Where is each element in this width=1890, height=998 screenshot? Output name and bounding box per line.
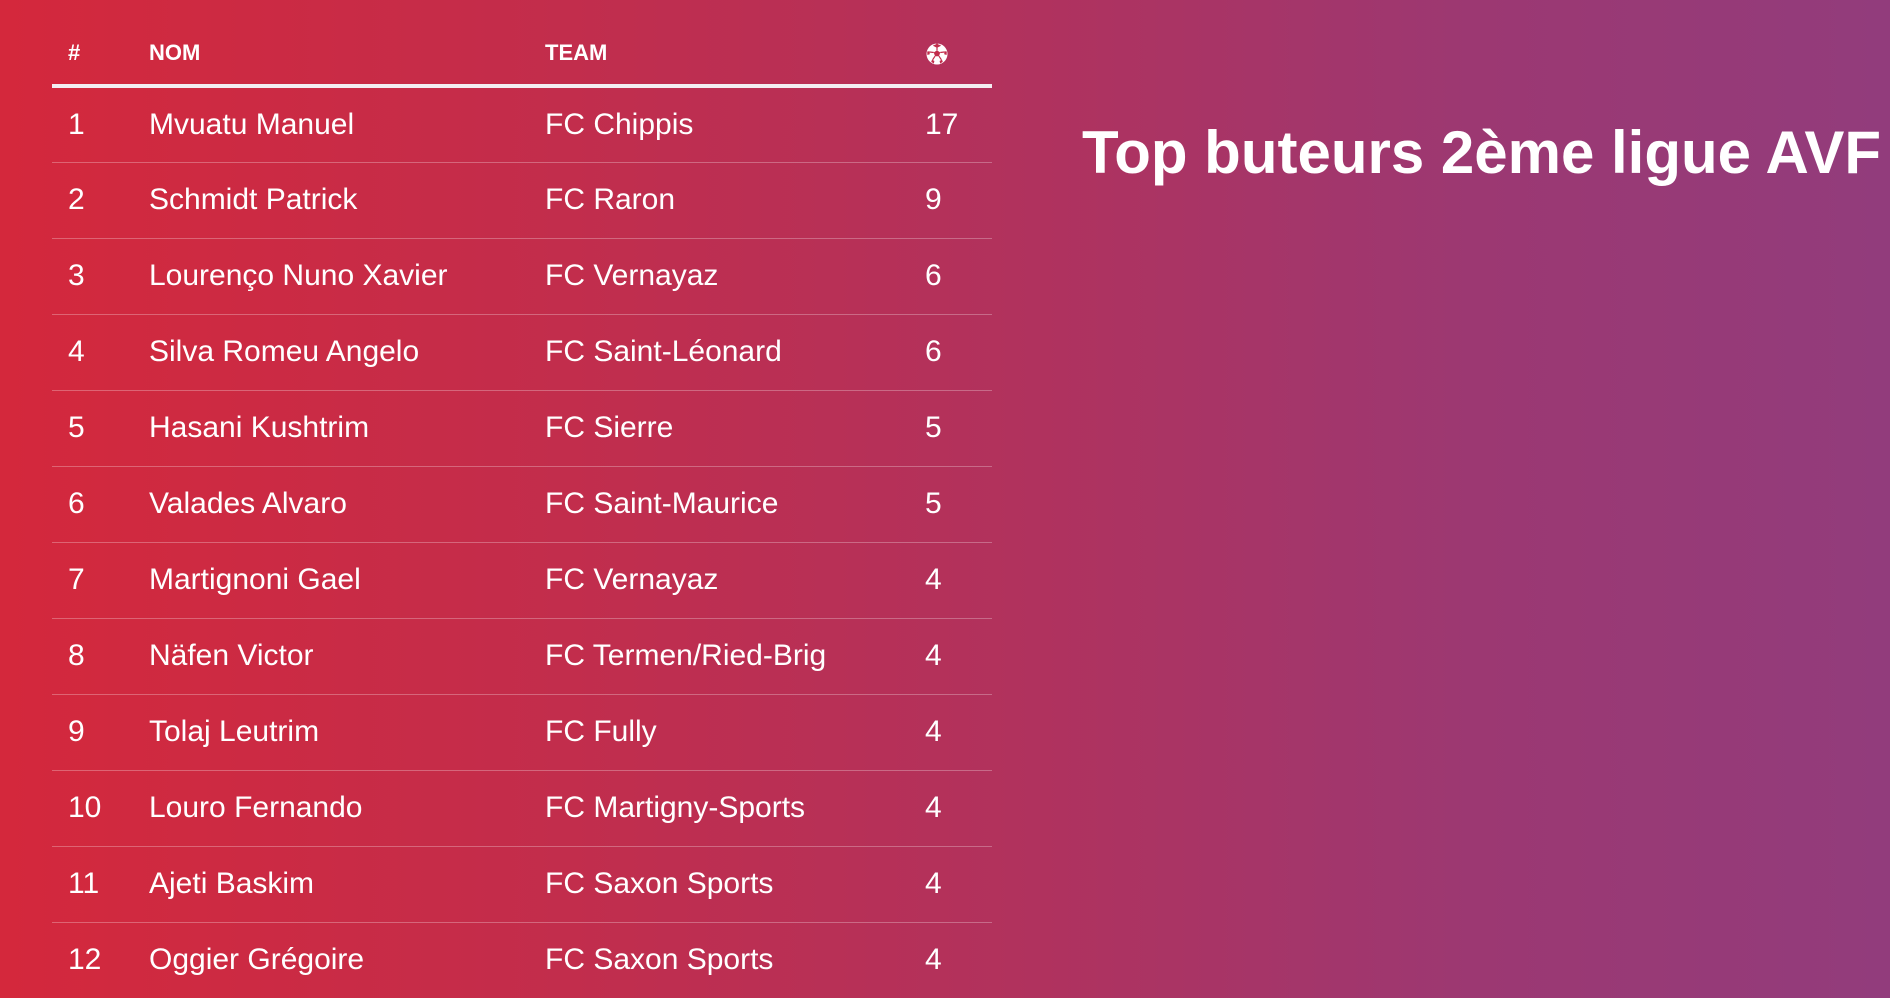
scorers-table: # NOM TEAM 1 Mvuatu Manuel FC Chippis 17… bbox=[52, 22, 992, 998]
rank-cell: 3 bbox=[52, 238, 149, 315]
header-goals bbox=[925, 22, 992, 88]
player-name-cell: Lourenço Nuno Xavier bbox=[149, 238, 545, 315]
team-name-cell: FC Sierre bbox=[545, 390, 925, 467]
rank-cell: 6 bbox=[52, 466, 149, 543]
player-name-cell: Hasani Kushtrim bbox=[149, 390, 545, 467]
team-name-cell: FC Saint-Léonard bbox=[545, 314, 925, 391]
team-name-cell: FC Raron bbox=[545, 162, 925, 239]
player-name-cell: Silva Romeu Angelo bbox=[149, 314, 545, 391]
team-name-cell: FC Martigny-Sports bbox=[545, 770, 925, 847]
rank-cell: 1 bbox=[52, 86, 149, 163]
team-name-cell: FC Saint-Maurice bbox=[545, 466, 925, 543]
rank-cell: 8 bbox=[52, 618, 149, 695]
goals-cell: 6 bbox=[925, 314, 992, 391]
player-name-cell: Ajeti Baskim bbox=[149, 846, 545, 923]
goals-cell: 4 bbox=[925, 770, 992, 847]
header-rank: # bbox=[52, 22, 149, 88]
player-name-cell: Martignoni Gael bbox=[149, 542, 545, 619]
player-name-cell: Valades Alvaro bbox=[149, 466, 545, 543]
goals-cell: 4 bbox=[925, 694, 992, 771]
table-row: 8 Näfen Victor FC Termen/Ried-Brig 4 bbox=[52, 618, 992, 695]
goals-cell: 6 bbox=[925, 238, 992, 315]
player-name-cell: Näfen Victor bbox=[149, 618, 545, 695]
player-name-cell: Mvuatu Manuel bbox=[149, 86, 545, 163]
team-name-cell: FC Chippis bbox=[545, 86, 925, 163]
table-row: 6 Valades Alvaro FC Saint-Maurice 5 bbox=[52, 466, 992, 543]
rank-cell: 10 bbox=[52, 770, 149, 847]
table-row: 11 Ajeti Baskim FC Saxon Sports 4 bbox=[52, 846, 992, 923]
table-body: 1 Mvuatu Manuel FC Chippis 17 2 Schmidt Patri… bbox=[52, 86, 992, 998]
header-row: # NOM TEAM bbox=[52, 22, 992, 88]
table-row: 1 Mvuatu Manuel FC Chippis 17 bbox=[52, 86, 992, 163]
goals-cell: 4 bbox=[925, 943, 942, 977]
table-row: 7 Martignoni Gael FC Vernayaz 4 bbox=[52, 542, 992, 619]
soccer-ball-icon bbox=[925, 42, 949, 66]
table-row: 5 Hasani Kushtrim FC Sierre 5 bbox=[52, 390, 992, 467]
table-row: 9 Tolaj Leutrim FC Fully 4 bbox=[52, 694, 992, 771]
team-name-cell: FC Vernayaz bbox=[545, 238, 925, 315]
team-name-cell: FC Termen/Ried-Brig bbox=[545, 618, 925, 695]
goals-cell: 17 bbox=[925, 86, 992, 163]
team-name-cell: FC Saxon Sports bbox=[545, 846, 925, 923]
goals-cell: 5 bbox=[925, 466, 992, 543]
scorers-table-container: # NOM TEAM 1 Mvuatu Manuel FC Chippis 17… bbox=[52, 22, 992, 998]
rank-cell: 5 bbox=[52, 390, 149, 467]
table-row: 10 Louro Fernando FC Martigny-Sports 4 bbox=[52, 770, 992, 847]
player-name-cell: Oggier Grégoire bbox=[149, 943, 365, 977]
rank-cell: 4 bbox=[52, 314, 149, 391]
table-row: 2 Schmidt Patrick FC Raron 9 bbox=[52, 162, 992, 239]
rank-cell: 2 bbox=[52, 162, 149, 239]
goals-cell: 5 bbox=[925, 390, 992, 467]
rank-cell: 11 bbox=[52, 846, 149, 923]
goals-cell: 9 bbox=[925, 162, 992, 239]
team-name-cell: FC Vernayaz bbox=[545, 542, 925, 619]
table-row: 3 Lourenço Nuno Xavier FC Vernayaz 6 bbox=[52, 238, 992, 315]
header-name: NOM bbox=[149, 22, 545, 88]
goals-cell: 4 bbox=[925, 542, 992, 619]
page-title: Top buteurs 2ème ligue AVF bbox=[1082, 119, 1881, 186]
player-name-cell: Tolaj Leutrim bbox=[149, 694, 545, 771]
table-row: 12 Oggier Grégoire FC Saxon Sports 4 bbox=[52, 922, 992, 998]
table-header: # NOM TEAM bbox=[52, 22, 992, 88]
rank-cell: 7 bbox=[52, 542, 149, 619]
goals-cell: 4 bbox=[925, 618, 992, 695]
table-row: 4 Silva Romeu Angelo FC Saint-Léonard 6 bbox=[52, 314, 992, 391]
team-name-cell: FC Fully bbox=[545, 694, 925, 771]
team-name-cell: FC Saxon Sports bbox=[545, 943, 774, 977]
rank-cell: 9 bbox=[52, 694, 149, 771]
goals-cell: 4 bbox=[925, 846, 992, 923]
header-team: TEAM bbox=[545, 22, 925, 88]
rank-cell: 12 bbox=[68, 943, 102, 977]
player-name-cell: Schmidt Patrick bbox=[149, 162, 545, 239]
player-name-cell: Louro Fernando bbox=[149, 770, 545, 847]
